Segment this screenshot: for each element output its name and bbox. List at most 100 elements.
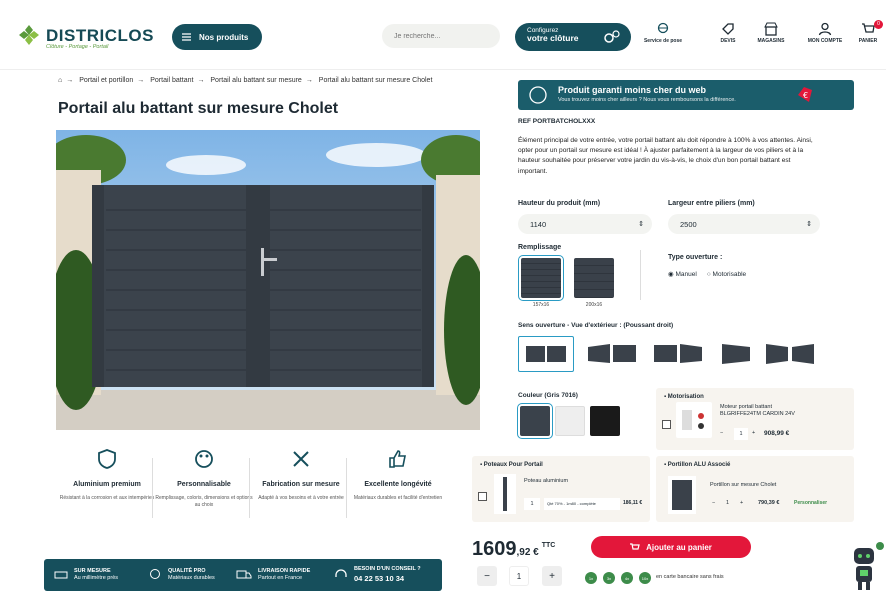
nav-account[interactable]: MON COMPTE: [800, 22, 850, 44]
portillon-image: [668, 476, 696, 514]
product-description: Élément principal de votre entrée, votre…: [518, 137, 813, 175]
breadcrumb: ⌂ → Portail et portillon → Portail battant…: [58, 77, 433, 84]
nav-stores[interactable]: MAGASINS: [746, 22, 796, 44]
opening-label: Type ouverture :: [668, 254, 723, 261]
direction-label: Sens ouverture - Vue d'extérieur : (Pous…: [518, 322, 674, 329]
direction-option-2[interactable]: [584, 336, 640, 372]
feature-desc: Résistant à la corrosion et aux intempér…: [59, 495, 155, 502]
palette-icon: [195, 450, 213, 468]
qty-plus-button[interactable]: +: [542, 566, 562, 586]
product-price: 1609,92 €TTC: [472, 538, 556, 560]
price-guarantee-banner: Produit garanti moins cher du web Vous t…: [518, 80, 854, 110]
svg-text:€: €: [803, 91, 808, 100]
banner-item-contact[interactable]: BESOIN D'UN CONSEIL ? 04 22 53 10 34: [334, 559, 421, 591]
fill-option-2[interactable]: 200x16: [574, 258, 614, 308]
motor-option-box: ▪ Motorisation Moteur portail battant BL…: [656, 388, 854, 450]
nav-installation-label: Service de pose: [643, 38, 683, 44]
payment-badge-1x: 1x: [585, 572, 597, 584]
motor-qty[interactable]: 1: [734, 428, 748, 440]
gears-icon: [604, 30, 620, 43]
motor-detail: BLGRIFFE24TM CARDIN 24V: [720, 411, 795, 417]
post-image: [494, 474, 516, 514]
breadcrumb-link[interactable]: Portail battant: [150, 77, 193, 84]
direction-option-3[interactable]: [650, 336, 706, 372]
cart-count-badge: 0: [874, 20, 883, 29]
radio-motorisable[interactable]: ○ Motorisable: [707, 271, 746, 278]
fill-label: Remplissage: [518, 244, 562, 251]
search-input[interactable]: [382, 24, 500, 48]
logo-mark-icon[interactable]: [18, 24, 40, 46]
height-field[interactable]: 1140 ⇕: [518, 214, 652, 234]
product-photo[interactable]: [56, 130, 480, 430]
portillon-header: ▪ Portillon ALU Associé: [664, 462, 731, 468]
cart-icon: [862, 23, 875, 33]
portillon-name: Portillon sur mesure Cholet: [710, 482, 777, 488]
divider: [152, 458, 153, 518]
width-field[interactable]: 2500 ⇕: [668, 214, 820, 234]
divider: [640, 250, 641, 300]
payment-badge-4x: 4x: [621, 572, 633, 584]
motor-price: 908,99 €: [764, 430, 790, 437]
motor-checkbox[interactable]: [662, 420, 671, 429]
radio-manual[interactable]: ◉ Manuel: [668, 270, 697, 278]
fill-option-1[interactable]: 157x16: [518, 255, 564, 308]
post-checkbox[interactable]: [478, 492, 487, 501]
chatbot-robot-icon[interactable]: [846, 540, 884, 592]
direction-option-5[interactable]: [762, 336, 818, 372]
feature-desc: Remplissage, coloris, dimensions et opti…: [155, 495, 253, 509]
tag-icon: [722, 23, 734, 35]
feature-custom: Personnalisable Remplissage, coloris, di…: [155, 448, 253, 509]
stepper-icon[interactable]: ⇕: [806, 220, 812, 228]
feature-title: Personnalisable: [177, 481, 231, 488]
post-option-box: ▪ Poteaux Pour Portail Poteau aluminium …: [472, 456, 650, 522]
portillon-qty-plus[interactable]: +: [740, 500, 743, 506]
post-select[interactable]: Qté 70% - 1m80 - complète: [544, 498, 620, 510]
reassurance-banner: SUR MESURE Au millimètre près QUALITÉ PRO…: [44, 559, 442, 591]
feature-desc: Adapté à vos besoins et à votre entrée: [258, 495, 344, 502]
qty-minus-button[interactable]: −: [477, 566, 497, 586]
stepper-icon[interactable]: ⇕: [638, 220, 644, 228]
motor-image: [676, 402, 712, 438]
direction-option-4[interactable]: [708, 336, 764, 372]
nav-quote-label: DEVIS: [720, 38, 736, 44]
portillon-option-box: ▪ Portillon ALU Associé Portillon sur me…: [656, 456, 854, 522]
add-to-cart-button[interactable]: Ajouter au panier: [591, 536, 751, 558]
breadcrumb-current: Portail alu battant sur mesure Cholet: [318, 77, 433, 84]
store-icon: [764, 22, 778, 36]
post-price: 186,11 €: [623, 500, 643, 506]
breadcrumb-link[interactable]: Portail et portillon: [79, 77, 133, 84]
products-menu-label: Nos produits: [199, 32, 249, 42]
opening-options: ◉ Manuel ○ Motorisable: [668, 270, 746, 279]
ruler-icon: [54, 571, 68, 579]
post-qty[interactable]: 1: [524, 498, 540, 510]
feature-title: Fabrication sur mesure: [262, 481, 340, 488]
feature-desc: Matériaux durables et facilité d'entreti…: [353, 495, 443, 502]
color-swatch-grey[interactable]: [517, 403, 553, 439]
direction-option-1[interactable]: [518, 336, 574, 372]
width-label: Largeur entre piliers (mm): [668, 200, 755, 207]
banner-item: LIVRAISON RAPIDE Partout en France: [236, 559, 310, 591]
payment-badge-3x: 3x: [603, 572, 615, 584]
configurator-button[interactable]: Configurez votre clôture: [515, 23, 631, 51]
qty-field[interactable]: 1: [509, 566, 529, 586]
products-menu-button[interactable]: Nos produits: [172, 24, 262, 50]
portillon-qty[interactable]: 1: [726, 500, 729, 506]
portillon-customize-link[interactable]: Personnaliser: [794, 500, 827, 506]
user-icon: [818, 22, 832, 36]
color-swatch-black[interactable]: [590, 406, 620, 436]
divider: [346, 458, 347, 518]
breadcrumb-link[interactable]: Portail alu battant sur mesure: [210, 77, 301, 84]
motor-qty-plus[interactable]: +: [752, 430, 755, 436]
motor-qty-minus[interactable]: −: [720, 430, 723, 436]
euro-tag-icon: €: [798, 87, 812, 102]
product-title: Portail alu battant sur mesure Cholet: [58, 100, 339, 117]
headset-icon: [335, 569, 347, 577]
home-icon[interactable]: ⌂: [58, 77, 62, 84]
portillon-qty-minus[interactable]: −: [712, 500, 715, 506]
tools-icon: [293, 451, 309, 467]
color-swatch-white[interactable]: [555, 406, 585, 436]
nav-installation[interactable]: Service de pose: [638, 22, 688, 44]
nav-stores-label: MAGASINS: [757, 38, 785, 44]
nav-account-label: MON COMPTE: [807, 38, 843, 44]
logo-text[interactable]: DISTRICLOS: [46, 26, 154, 46]
